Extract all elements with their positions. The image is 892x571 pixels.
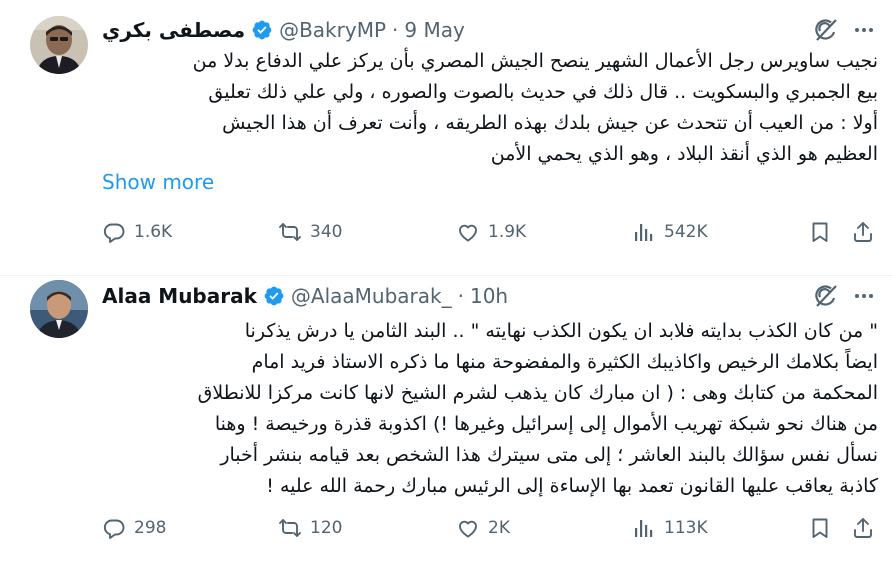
author-handle[interactable]: @BakryMP [279, 18, 386, 42]
author-name[interactable]: مصطفى بكري [102, 18, 245, 42]
author-name[interactable]: Alaa Mubarak [102, 284, 257, 308]
like-button[interactable]: 1.9K [456, 220, 526, 244]
repost-icon [279, 519, 301, 537]
reply-icon [103, 519, 125, 539]
tweet-actions: 298 120 2K 113K [102, 516, 878, 540]
share-icon [854, 518, 872, 538]
more-icon[interactable] [852, 18, 876, 42]
tweet-header: Alaa Mubarak @AlaaMubarak_ · 10h [102, 281, 508, 311]
bookmark-icon [812, 222, 828, 242]
tweet-text-line: المحكمة من كتابك وهى : ( ان مبارك كان يذ… [197, 382, 878, 404]
views-button[interactable]: 113K [632, 516, 708, 540]
like-count: 1.9K [488, 222, 527, 242]
tweet-text-line: كاذبة يعاقب عليها القانون تعمد بها الإسا… [266, 475, 878, 497]
tweet-text-line: من هناك نحو شبكة تهريب الأموال إلى إسرائ… [214, 413, 878, 435]
tweet[interactable]: مصطفى بكري @BakryMP · 9 May نجيب ساويرس … [0, 0, 892, 275]
bookmark-button[interactable] [808, 516, 832, 540]
reply-icon [103, 223, 125, 243]
repost-button[interactable]: 340 [278, 220, 342, 244]
tweet-actions: 1.6K 340 1.9K 542K [102, 220, 878, 244]
repost-count: 120 [310, 518, 343, 538]
views-count: 113K [664, 518, 708, 538]
reply-count: 298 [134, 518, 167, 538]
like-icon [459, 224, 477, 242]
views-button[interactable]: 542K [632, 220, 708, 244]
grok-icon[interactable] [813, 17, 839, 43]
repost-count: 340 [310, 222, 343, 242]
reply-count: 1.6K [134, 222, 173, 242]
bookmark-button[interactable] [808, 220, 832, 244]
separator-dot: · [392, 18, 399, 42]
tweet-timestamp[interactable]: 10h [470, 284, 508, 308]
reply-button[interactable]: 298 [102, 516, 166, 540]
repost-button[interactable]: 120 [278, 516, 342, 540]
like-icon [459, 520, 477, 538]
tweet-text-line: العظيم هو الذي أنقذ البلاد ، وهو الذي يح… [490, 143, 878, 165]
tweet-header: مصطفى بكري @BakryMP · 9 May [102, 15, 465, 45]
tweet-text-line: نجيب ساويرس رجل الأعمال الشهير ينصح الجي… [192, 50, 878, 72]
tweet-text: " من كان الكذب بدايته فلابد ان يكون الكذ… [102, 316, 878, 502]
timeline-feed: مصطفى بكري @BakryMP · 9 May نجيب ساويرس … [0, 0, 892, 571]
share-button[interactable] [851, 516, 875, 540]
avatar-image [30, 280, 88, 338]
tweet-timestamp[interactable]: 9 May [404, 18, 464, 42]
reply-button[interactable]: 1.6K [102, 220, 172, 244]
more-icon[interactable] [852, 284, 876, 308]
grok-icon[interactable] [813, 283, 839, 309]
like-button[interactable]: 2K [456, 516, 510, 540]
separator-dot: · [457, 284, 464, 308]
avatar-image [30, 16, 88, 74]
views-icon [635, 520, 653, 537]
tweet-text-line: ايضاً بكلامك الرخيص واكاذيبك الكثيرة وال… [251, 351, 878, 373]
avatar[interactable] [30, 16, 88, 74]
tweet[interactable]: Alaa Mubarak @AlaaMubarak_ · 10h " من كا… [0, 276, 892, 571]
author-handle[interactable]: @AlaaMubarak_ [291, 284, 452, 308]
like-count: 2K [488, 518, 510, 538]
tweet-text-line: " من كان الكذب بدايته فلابد ان يكون الكذ… [244, 320, 878, 342]
repost-icon [279, 223, 301, 241]
bookmark-icon [812, 518, 828, 538]
verified-badge-icon[interactable] [263, 285, 285, 307]
share-button[interactable] [851, 220, 875, 244]
tweet-text: نجيب ساويرس رجل الأعمال الشهير ينصح الجي… [102, 46, 878, 170]
show-more-link[interactable]: Show more [102, 170, 214, 194]
verified-badge-icon[interactable] [251, 19, 273, 41]
tweet-text-line: نسأل نفس سؤالك بالبند العاشر ؛ إلى متى س… [220, 444, 878, 466]
avatar[interactable] [30, 280, 88, 338]
tweet-text-line: بيع الجمبري والبسكويت .. قال ذلك في حديث… [208, 81, 878, 103]
tweet-text-line: أولا : من العيب أن تتحدث عن جيش بلدك بهذ… [222, 112, 878, 134]
views-count: 542K [664, 222, 708, 242]
share-icon [854, 222, 872, 242]
views-icon [635, 224, 653, 241]
